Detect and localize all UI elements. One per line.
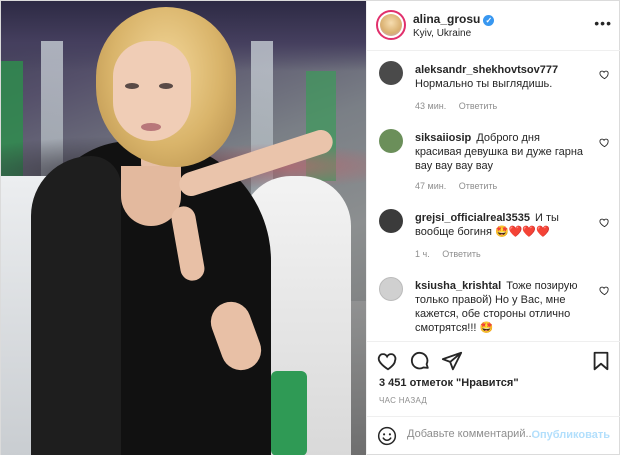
comment-like-heart-icon[interactable]: [599, 69, 610, 80]
share-icon[interactable]: [441, 350, 463, 372]
instagram-post-window: alina_grosu ✓ Kyiv, Ukraine ••• aleksandr…: [0, 0, 620, 455]
comment-reply-link[interactable]: Ответить: [459, 101, 497, 111]
comment-meta: 1 ч. Ответить: [415, 249, 491, 259]
comments-list[interactable]: aleksandr_shekhovtsov777 Нормально ты вы…: [367, 51, 620, 341]
comment-text: Нормально ты выглядишь.: [415, 78, 553, 90]
comment-reply-link[interactable]: Ответить: [459, 181, 497, 191]
comment-body: ksiusha_krishtal Тоже позирую только пра…: [415, 279, 585, 335]
comment-body: grejsi_officialreal3535 И ты вообще боги…: [415, 211, 585, 239]
post-actions-bar: [367, 341, 620, 381]
comment-time: 1 ч.: [415, 249, 430, 259]
comment-time: 47 мин.: [415, 181, 447, 191]
comment-meta: 43 мин. Ответить: [415, 101, 507, 111]
add-comment-bar: Опубликовать: [367, 416, 620, 455]
bookmark-icon[interactable]: [590, 350, 612, 372]
add-comment-input[interactable]: [407, 428, 547, 440]
commenter-username[interactable]: grejsi_officialreal3535: [415, 212, 530, 224]
author-username[interactable]: alina_grosu ✓: [413, 12, 495, 26]
post-header: alina_grosu ✓ Kyiv, Ukraine •••: [367, 1, 620, 51]
likes-count[interactable]: 3 451 отметок "Нравится": [379, 377, 519, 389]
post-location[interactable]: Kyiv, Ukraine: [413, 28, 471, 39]
commenter-avatar[interactable]: [379, 209, 403, 233]
commenter-username[interactable]: ksiusha_krishtal: [415, 280, 501, 292]
comment-reply-link[interactable]: Ответить: [442, 249, 480, 259]
commenter-avatar[interactable]: [379, 277, 403, 301]
comment-icon[interactable]: [409, 350, 431, 372]
commenter-avatar[interactable]: [379, 61, 403, 85]
more-options-icon[interactable]: •••: [594, 15, 612, 31]
commenter-avatar[interactable]: [379, 129, 403, 153]
publish-button[interactable]: Опубликовать: [531, 429, 610, 441]
commenter-username[interactable]: siksaiiosip: [415, 132, 471, 144]
photo-eye: [125, 83, 139, 89]
verified-badge-icon: ✓: [483, 15, 495, 26]
comment-like-heart-icon[interactable]: [599, 217, 610, 228]
comment-time: 43 мин.: [415, 101, 447, 111]
author-avatar[interactable]: [376, 10, 406, 40]
photo-eye: [159, 83, 173, 89]
comment-like-heart-icon[interactable]: [599, 137, 610, 148]
photo-lips: [141, 123, 161, 131]
post-timestamp: ЧАС НАЗАД: [379, 396, 428, 405]
photo-dress-fold: [31, 156, 121, 455]
photo-chair-ribbon: [271, 371, 307, 455]
post-sidebar: alina_grosu ✓ Kyiv, Ukraine ••• aleksandr…: [366, 1, 620, 455]
heart-icon[interactable]: [377, 350, 399, 372]
comment-like-heart-icon[interactable]: [599, 285, 610, 296]
comment-meta: 47 мин. Ответить: [415, 181, 507, 191]
comment-body: aleksandr_shekhovtsov777 Нормально ты вы…: [415, 63, 585, 91]
post-photo[interactable]: [1, 1, 366, 455]
comment-body: siksaiiosip Доброго дня красивая девушка…: [415, 131, 585, 173]
smile-icon[interactable]: [377, 426, 397, 446]
author-username-text[interactable]: alina_grosu: [413, 12, 480, 26]
commenter-username[interactable]: aleksandr_shekhovtsov777: [415, 64, 558, 76]
